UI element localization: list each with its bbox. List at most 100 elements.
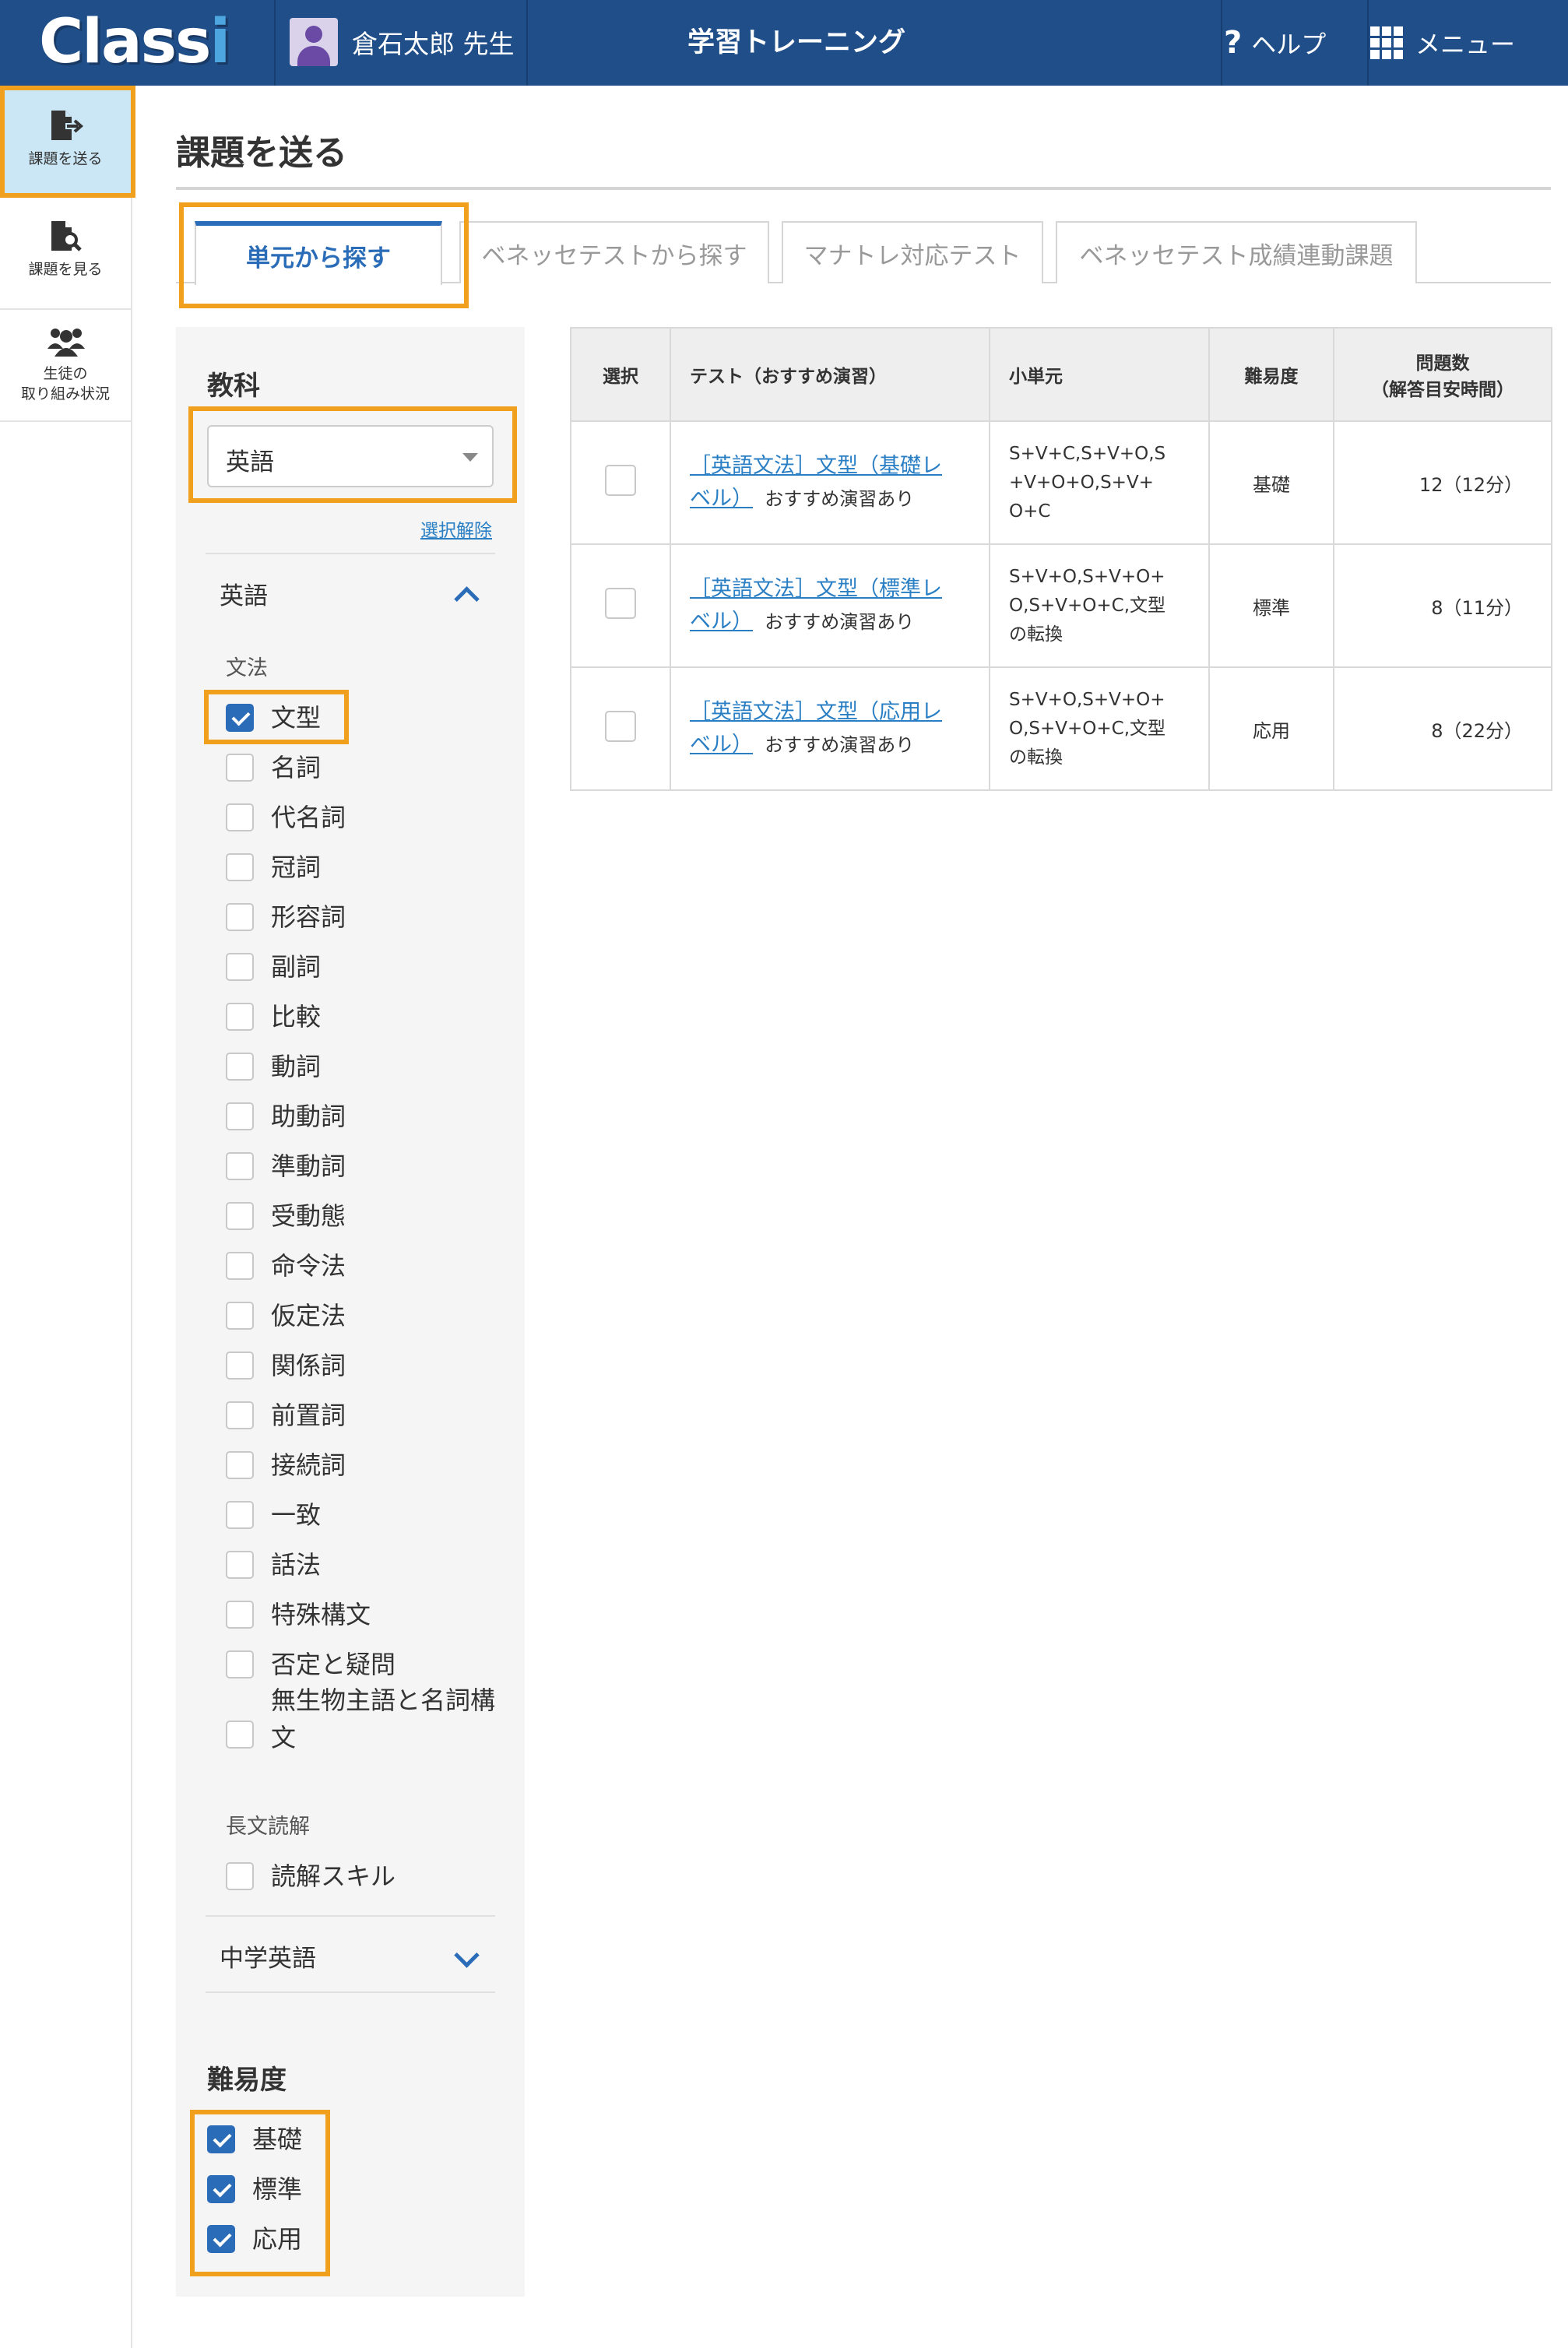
view-assignment-icon: [51, 221, 82, 251]
nav-student-progress[interactable]: 生徒の 取り組み状況: [0, 310, 131, 422]
grammar-option[interactable]: 代名詞: [226, 803, 505, 836]
help-button[interactable]: ? ヘルプ: [1224, 0, 1326, 86]
grammar-option[interactable]: 比較: [226, 1002, 505, 1035]
grammar-option[interactable]: 命令法: [226, 1251, 505, 1285]
nav-send-assignment[interactable]: 課題を送る: [0, 86, 131, 198]
col-unit: 小単元: [989, 327, 1210, 422]
checkbox[interactable]: [226, 754, 254, 782]
grammar-option[interactable]: 助動詞: [226, 1102, 505, 1135]
avatar[interactable]: [290, 18, 338, 66]
checkbox[interactable]: [226, 1302, 254, 1330]
checkbox[interactable]: [226, 1501, 254, 1529]
grammar-label: 文法: [226, 656, 268, 680]
checkbox[interactable]: [226, 1401, 254, 1429]
grammar-option[interactable]: 否定と疑問: [226, 1650, 505, 1683]
grammar-option[interactable]: 前置詞: [226, 1401, 505, 1434]
grammar-option[interactable]: 接続詞: [226, 1450, 505, 1484]
unit-text: O+C: [1009, 501, 1051, 522]
checkbox[interactable]: [207, 2125, 235, 2153]
row-checkbox[interactable]: [605, 711, 636, 742]
clear-selection-link[interactable]: 選択解除: [420, 515, 492, 542]
test-link[interactable]: ベル）: [690, 733, 753, 757]
checkbox[interactable]: [226, 1650, 254, 1678]
subject-heading: 教科: [207, 371, 260, 402]
checkbox[interactable]: [226, 1352, 254, 1380]
checkbox[interactable]: [226, 803, 254, 831]
difficulty-option[interactable]: 基礎: [207, 2125, 346, 2158]
classi-logo[interactable]: Classi: [39, 6, 230, 78]
group-english-label[interactable]: 英語: [220, 576, 268, 611]
checkbox[interactable]: [226, 1551, 254, 1579]
grammar-option[interactable]: 冠詞: [226, 852, 505, 886]
tab-manatore-test[interactable]: マナトレ対応テスト: [782, 221, 1043, 283]
test-link[interactable]: ［英語文法］文型（応用レ: [690, 700, 942, 724]
grammar-option[interactable]: 一致: [226, 1500, 505, 1534]
table-row: ［英語文法］文型（標準レ ベル） おすすめ演習あり S+V+O,S+V+O+ O…: [570, 543, 1552, 668]
unit-text: O,S+V+O+C,文型: [1009, 718, 1166, 739]
checkbox[interactable]: [226, 1102, 254, 1130]
checkbox[interactable]: [226, 1451, 254, 1479]
difficulty-option[interactable]: 応用: [207, 2224, 346, 2258]
unit-text: の転換: [1009, 624, 1063, 645]
checkbox[interactable]: [226, 1601, 254, 1629]
tab-benesse-linked[interactable]: ベネッセテスト成績連動課題: [1056, 221, 1417, 283]
checkbox[interactable]: [226, 1152, 254, 1180]
grammar-option[interactable]: 受動態: [226, 1201, 505, 1235]
unit-text: S+V+C,S+V+O,S: [1009, 443, 1166, 464]
grammar-option[interactable]: 準動詞: [226, 1151, 505, 1185]
unit-text: +V+O+O,S+V+: [1009, 472, 1154, 493]
checkbox[interactable]: [226, 1721, 254, 1749]
tab-search-by-unit[interactable]: 単元から探す: [195, 221, 442, 285]
group-junior-english-label[interactable]: 中学英語: [220, 1939, 316, 1974]
checkbox[interactable]: [226, 953, 254, 981]
header-divider: [1221, 0, 1222, 86]
unit-text: O,S+V+O+C,文型: [1009, 595, 1166, 616]
col-test: テスト（おすすめ演習）: [670, 327, 990, 422]
tab-benesse-test[interactable]: ベネッセテストから探す: [459, 221, 769, 283]
difficulty-cell: 標準: [1208, 543, 1334, 668]
checkbox[interactable]: [226, 1202, 254, 1230]
count-cell: 8（22分）: [1333, 666, 1552, 791]
grammar-option[interactable]: 文型: [226, 703, 505, 736]
table-row: ［英語文法］文型（応用レ ベル） おすすめ演習あり S+V+O,S+V+O+ O…: [570, 666, 1552, 791]
checkbox[interactable]: [207, 2175, 235, 2203]
checkbox[interactable]: [226, 1053, 254, 1081]
table-header-row: 選択 テスト（おすすめ演習） 小単元 難易度 問題数 （解答目安時間）: [570, 327, 1552, 422]
checkbox[interactable]: [226, 903, 254, 931]
subject-select[interactable]: 英語: [207, 425, 494, 487]
test-link[interactable]: ベル）: [690, 610, 753, 634]
checkbox[interactable]: [226, 1003, 254, 1031]
grammar-option[interactable]: 形容詞: [226, 902, 505, 936]
checkbox[interactable]: [226, 704, 254, 732]
user-name[interactable]: 倉石太郎 先生: [352, 23, 515, 61]
checkbox[interactable]: [226, 853, 254, 881]
row-checkbox[interactable]: [605, 465, 636, 496]
grammar-option[interactable]: 動詞: [226, 1052, 505, 1085]
checkbox[interactable]: [226, 1252, 254, 1280]
grammar-option[interactable]: 副詞: [226, 952, 505, 986]
count-cell: 8（11分）: [1333, 543, 1552, 668]
test-link[interactable]: ベル）: [690, 487, 753, 511]
menu-button[interactable]: メニュー: [1370, 0, 1515, 86]
grammar-option[interactable]: 特殊構文: [226, 1600, 505, 1633]
top-header: Classi 倉石太郎 先生 学習トレーニング ? ヘルプ メニュー: [0, 0, 1568, 86]
test-link[interactable]: ［英語文法］文型（標準レ: [690, 577, 942, 601]
col-difficulty: 難易度: [1208, 327, 1334, 422]
unit-text: の転換: [1009, 747, 1063, 768]
nav-label: 生徒の: [43, 365, 88, 382]
table-row: ［英語文法］文型（基礎レ ベル） おすすめ演習あり S+V+C,S+V+O,S …: [570, 420, 1552, 545]
checkbox[interactable]: [226, 1862, 254, 1890]
row-checkbox[interactable]: [605, 588, 636, 619]
grammar-option[interactable]: 無生物主語と名詞構文: [226, 1685, 512, 1756]
results-table: 選択 テスト（おすすめ演習） 小単元 難易度 問題数 （解答目安時間） ［英語文…: [570, 327, 1552, 791]
caret-down-icon: [462, 453, 478, 462]
nav-view-assignment[interactable]: 課題を見る: [0, 198, 131, 310]
difficulty-option[interactable]: 標準: [207, 2174, 346, 2208]
grammar-option[interactable]: 名詞: [226, 753, 505, 786]
reading-option[interactable]: 読解スキル: [226, 1861, 505, 1895]
grammar-option[interactable]: 関係詞: [226, 1351, 505, 1384]
grammar-option[interactable]: 話法: [226, 1550, 505, 1583]
grammar-option[interactable]: 仮定法: [226, 1301, 505, 1334]
checkbox[interactable]: [207, 2225, 235, 2253]
test-link[interactable]: ［英語文法］文型（基礎レ: [690, 454, 942, 478]
